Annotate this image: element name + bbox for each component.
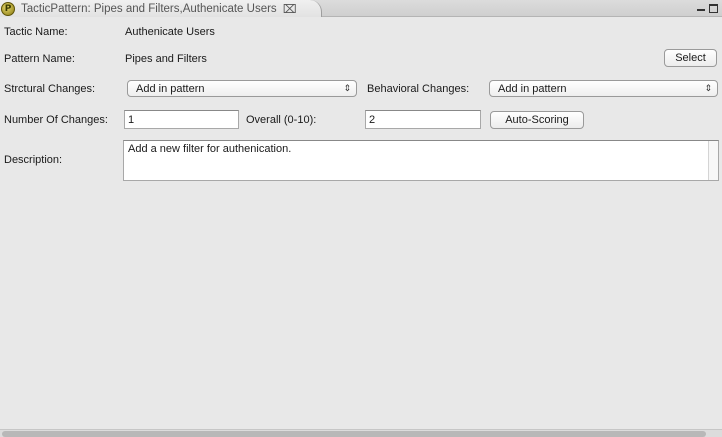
tactic-name-label: Tactic Name: <box>4 26 68 38</box>
tab-title: TacticPattern: Pipes and Filters,Autheni… <box>21 2 277 15</box>
structural-changes-select[interactable]: Add in pattern ⇕ <box>127 80 357 97</box>
description-text: Add a new filter for authenication. <box>128 143 292 155</box>
select-pattern-button[interactable]: Select <box>664 49 717 67</box>
number-of-changes-input[interactable] <box>124 110 239 129</box>
tactic-name-value: Authenicate Users <box>125 26 215 38</box>
window-controls <box>697 0 718 16</box>
editor-tab-bar: P TacticPattern: Pipes and Filters,Authe… <box>0 0 722 17</box>
select-arrow-icon: ⇕ <box>704 83 712 94</box>
behavioral-changes-label: Behavioral Changes: <box>367 83 470 95</box>
horizontal-scrollbar[interactable] <box>0 429 722 437</box>
auto-scoring-button[interactable]: Auto-Scoring <box>490 111 584 129</box>
description-textarea[interactable]: Add a new filter for authenication. <box>123 140 719 181</box>
scrollbar-thumb[interactable] <box>2 431 706 437</box>
pattern-name-label: Pattern Name: <box>4 53 75 65</box>
overall-label: Overall (0-10): <box>246 114 317 126</box>
number-of-changes-label: Number Of Changes: <box>4 114 108 126</box>
maximize-icon[interactable] <box>709 3 718 13</box>
tactic-pattern-icon: P <box>1 1 15 16</box>
behavioral-changes-selected: Add in pattern <box>498 82 567 95</box>
description-scrollbar[interactable] <box>708 141 718 180</box>
select-arrow-icon: ⇕ <box>343 83 351 94</box>
behavioral-changes-select[interactable]: Add in pattern ⇕ <box>489 80 718 97</box>
structural-changes-label: Strctural Changes: <box>4 83 96 95</box>
structural-changes-selected: Add in pattern <box>136 82 205 95</box>
close-icon[interactable]: ⌧ <box>283 3 297 15</box>
pattern-name-value: Pipes and Filters <box>125 53 207 65</box>
editor-tab[interactable]: P TacticPattern: Pipes and Filters,Authe… <box>0 0 322 17</box>
overall-score-input[interactable] <box>365 110 481 129</box>
description-label: Description: <box>4 154 63 166</box>
minimize-icon[interactable] <box>697 9 705 11</box>
